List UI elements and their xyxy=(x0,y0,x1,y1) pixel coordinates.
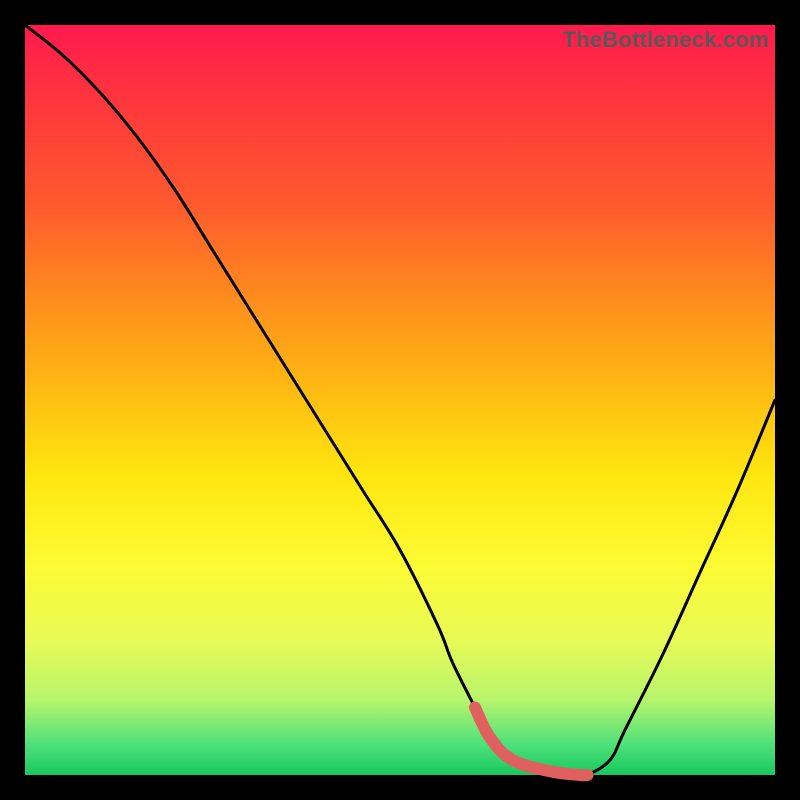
sweet-spot-highlight xyxy=(475,708,588,776)
chart-svg xyxy=(25,25,775,775)
bottleneck-curve xyxy=(25,25,775,776)
plot-area: TheBottleneck.com xyxy=(25,25,775,775)
chart-container: TheBottleneck.com xyxy=(0,0,800,800)
